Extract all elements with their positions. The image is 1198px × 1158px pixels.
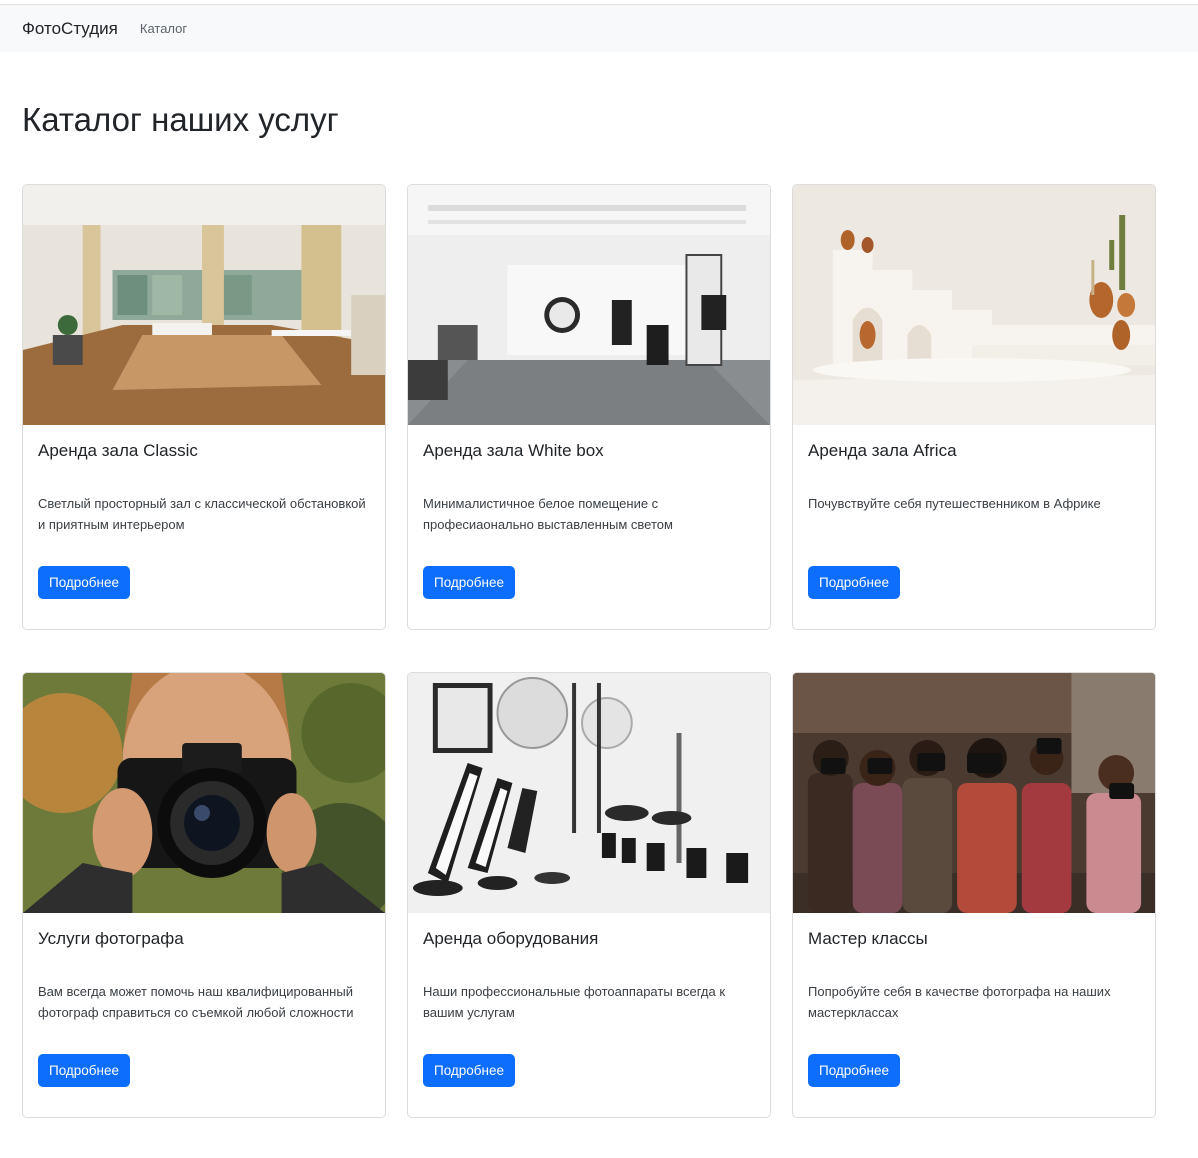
details-button[interactable]: Подробнее <box>38 1054 131 1087</box>
card-image <box>793 185 1155 425</box>
card-title: Услуги фотографа <box>38 929 184 948</box>
service-card-africa: Аренда зала Africa Почувствуйте себя пут… <box>792 184 1156 630</box>
brand-link[interactable]: ФотоСтудия <box>22 19 118 39</box>
service-card-master-classes: Мастер классы Попробуйте себя в качестве… <box>792 672 1156 1118</box>
card-text: Наши профессиональные фотоаппараты всегд… <box>423 984 726 1020</box>
page-title: Каталог наших услуг <box>22 101 339 138</box>
service-card-photographer: Услуги фотографа Вам всегда может помочь… <box>22 672 386 1118</box>
card-text: Почувствуйте себя путешественником в Афр… <box>808 496 1101 511</box>
card-image <box>408 673 770 913</box>
card-image <box>408 185 770 425</box>
details-button[interactable]: Подробнее <box>808 566 901 599</box>
details-button[interactable]: Подробнее <box>423 566 516 599</box>
service-card-white-box: Аренда зала White box Минималистичное бе… <box>407 184 771 630</box>
card-text: Попробуйте себя в качестве фотографа на … <box>808 984 1111 1020</box>
card-text: Вам всегда может помочь наш квалифициров… <box>38 984 354 1020</box>
navbar: ФотоСтудия Каталог <box>0 5 1198 52</box>
details-button[interactable]: Подробнее <box>423 1054 516 1087</box>
card-title: Аренда зала Africa <box>808 441 957 460</box>
service-card-equipment: Аренда оборудования Наши профессиональны… <box>407 672 771 1118</box>
card-image <box>23 185 385 425</box>
card-title: Аренда зала White box <box>423 441 604 460</box>
card-text: Светлый просторный зал с классической об… <box>38 496 366 532</box>
catalog-grid: Аренда зала Classic Светлый просторный з… <box>22 184 1176 1118</box>
card-text: Минималистичное белое помещение с профес… <box>423 496 673 532</box>
card-image <box>793 673 1155 913</box>
card-title: Аренда зала Classic <box>38 441 198 460</box>
details-button[interactable]: Подробнее <box>38 566 131 599</box>
details-button[interactable]: Подробнее <box>808 1054 901 1087</box>
service-card-classic: Аренда зала Classic Светлый просторный з… <box>22 184 386 630</box>
card-title: Мастер классы <box>808 929 928 948</box>
card-image <box>23 673 385 913</box>
main-content: Каталог наших услуг Аренда зала Classic … <box>0 100 1198 1118</box>
nav-link-catalog[interactable]: Каталог <box>140 21 187 36</box>
card-title: Аренда оборудования <box>423 929 599 948</box>
